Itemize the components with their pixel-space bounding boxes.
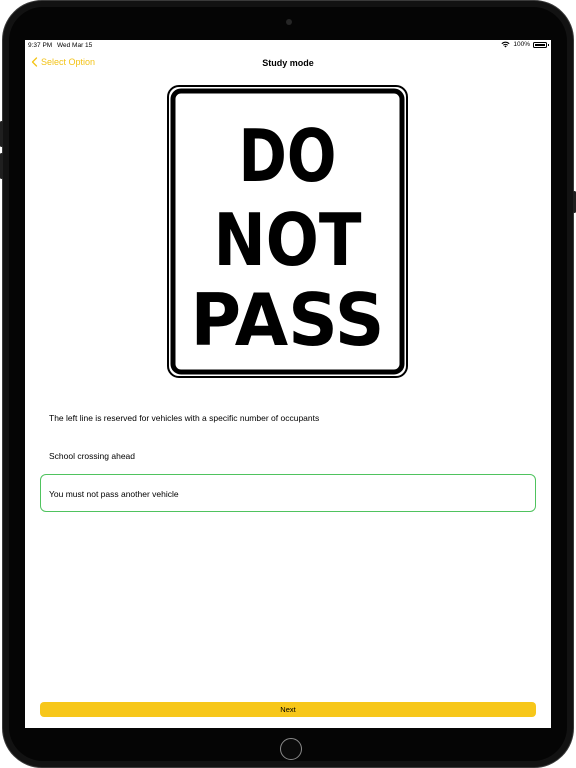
home-button[interactable] [280, 738, 302, 760]
status-date: Wed Mar 15 [57, 42, 93, 49]
answer-option-label: You must not pass another vehicle [49, 489, 179, 499]
sign-line-1: DO [239, 114, 337, 198]
app-screen: 9:37 PM Wed Mar 15 100% Select Option St… [25, 40, 551, 728]
next-button[interactable]: Next [40, 702, 536, 717]
answer-option-1[interactable]: The left line is reserved for vehicles w… [40, 398, 536, 436]
sign-line-2: NOT [214, 198, 362, 282]
navigation-bar: Select Option Study mode [25, 54, 551, 72]
wifi-icon [501, 41, 510, 48]
page-title: Study mode [262, 58, 314, 68]
do-not-pass-sign: DO NOT PASS [167, 85, 408, 378]
answer-option-3-correct[interactable]: You must not pass another vehicle [40, 474, 536, 512]
road-sign-image: DO NOT PASS [167, 85, 408, 378]
battery-icon [533, 41, 549, 48]
status-time: 9:37 PM [28, 42, 53, 49]
battery-percent: 100% [513, 41, 530, 48]
camera-icon [286, 19, 292, 25]
answer-option-2[interactable]: School crossing ahead [40, 436, 536, 474]
answer-option-label: The left line is reserved for vehicles w… [49, 413, 320, 423]
sign-line-3: PASS [191, 278, 385, 362]
volume-button [0, 121, 3, 147]
volume-button [0, 153, 3, 179]
status-bar: 9:37 PM Wed Mar 15 100% [25, 40, 551, 52]
status-indicators: 100% [501, 41, 549, 48]
answer-option-label: School crossing ahead [49, 451, 136, 461]
